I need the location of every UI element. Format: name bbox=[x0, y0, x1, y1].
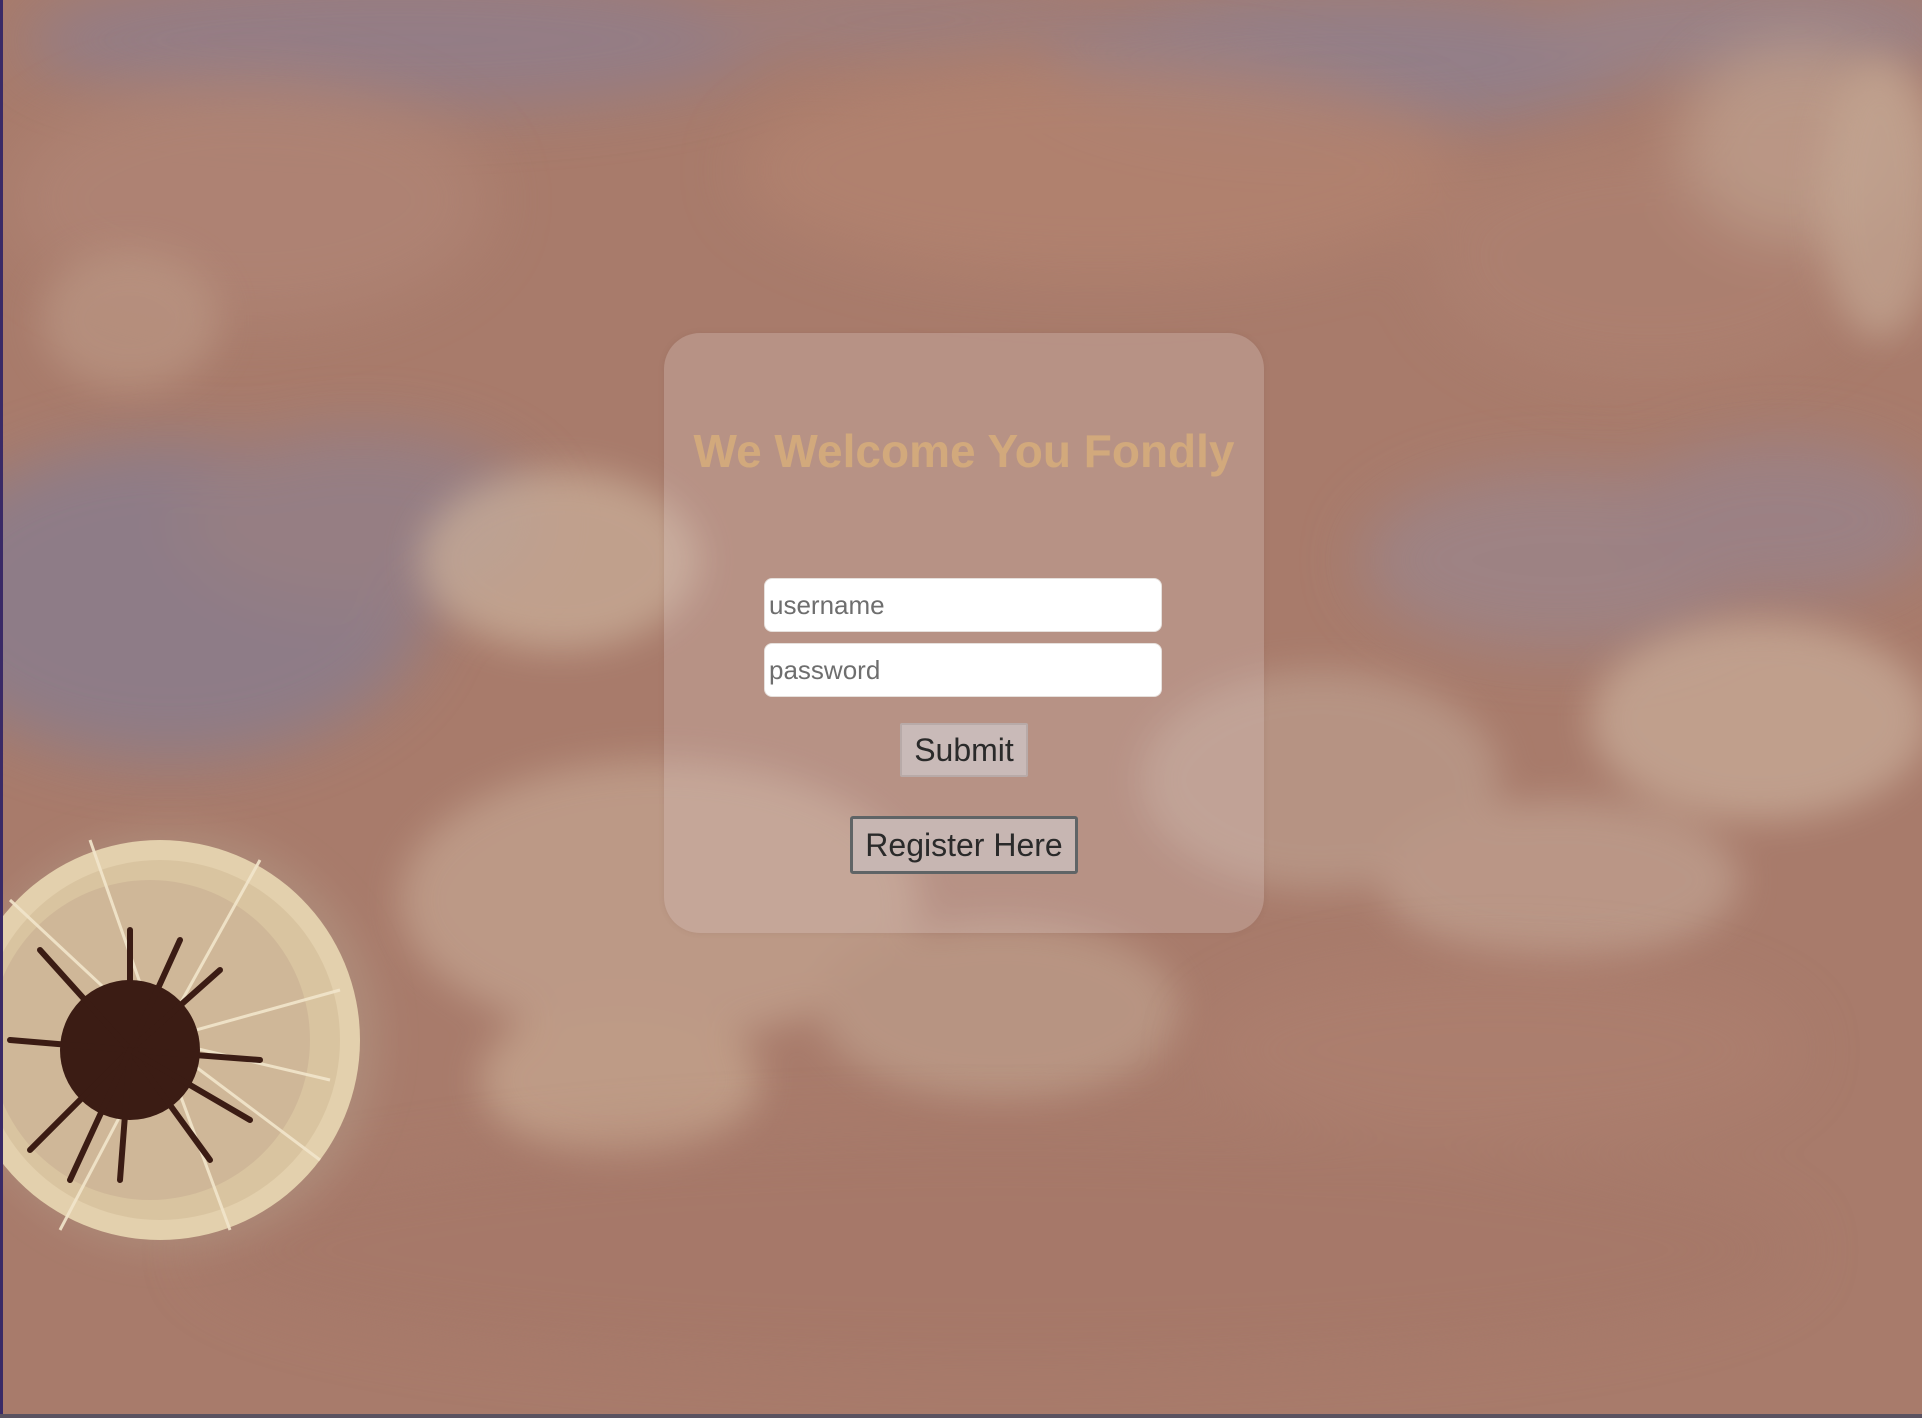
register-button[interactable]: Register Here bbox=[850, 816, 1078, 874]
window-bottom-edge bbox=[0, 1414, 1922, 1418]
welcome-title: We Welcome You Fondly bbox=[693, 425, 1235, 477]
submit-button[interactable]: Submit bbox=[900, 723, 1028, 777]
password-input[interactable] bbox=[764, 643, 1162, 697]
username-input[interactable] bbox=[764, 578, 1162, 632]
login-card: We Welcome You Fondly Submit Register He… bbox=[664, 333, 1264, 933]
window-left-edge bbox=[0, 0, 3, 1418]
